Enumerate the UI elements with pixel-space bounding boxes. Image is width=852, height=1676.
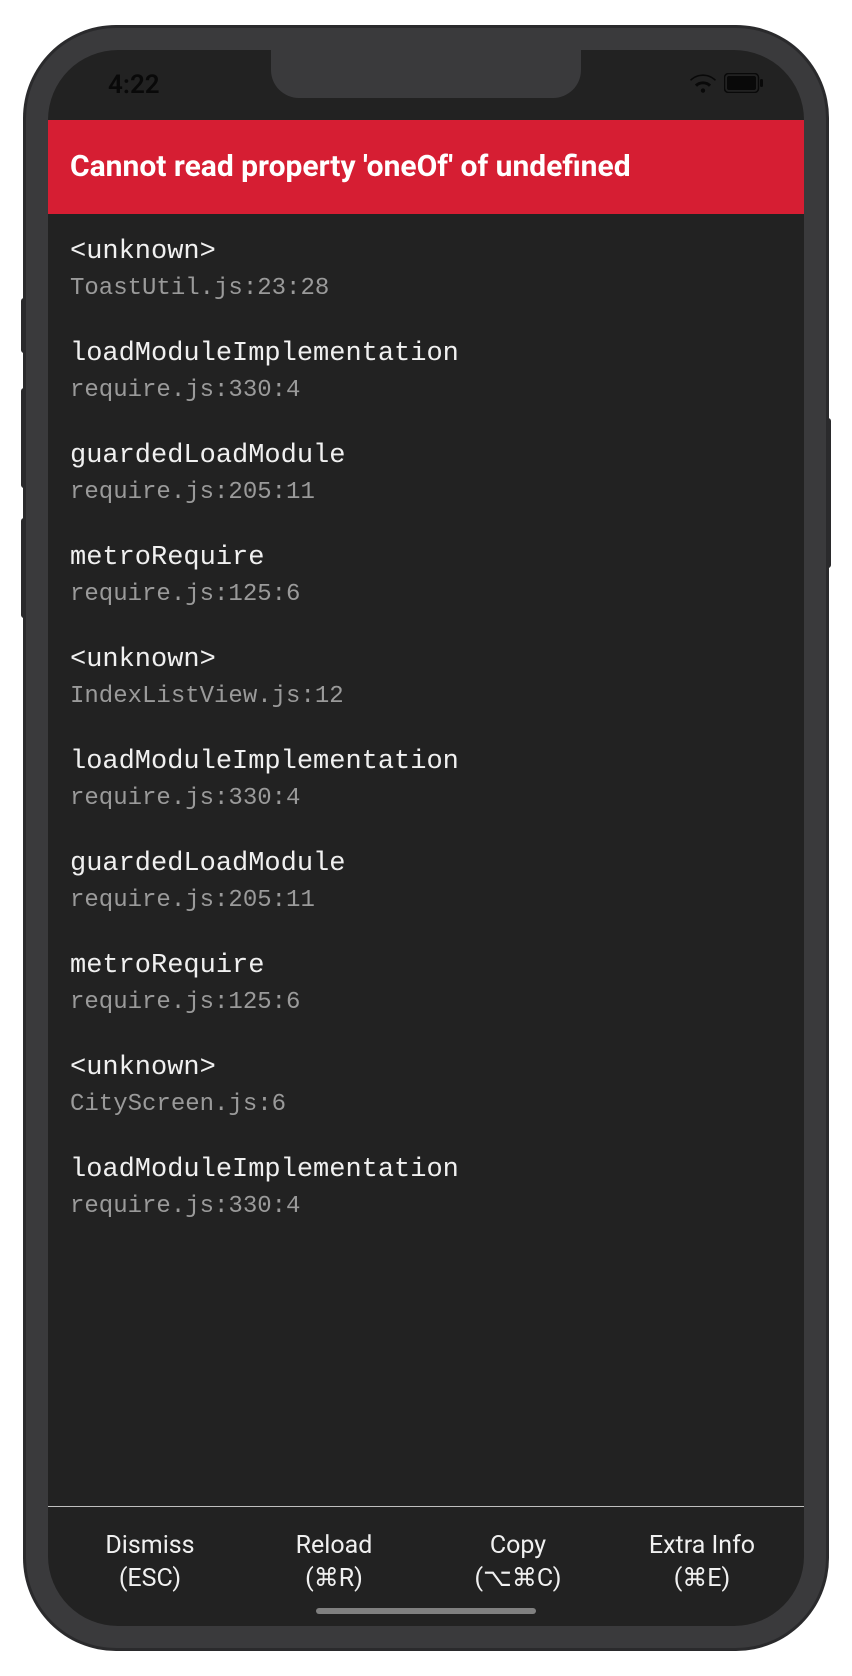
frame-name: <unknown> xyxy=(70,1050,782,1086)
error-header: Cannot read property 'oneOf' of undefine… xyxy=(48,120,804,214)
error-message: Cannot read property 'oneOf' of undefine… xyxy=(70,149,631,184)
device-notch xyxy=(271,50,581,98)
frame-location: require.js:205:11 xyxy=(70,476,782,510)
copy-button[interactable]: Copy (⌥⌘C) xyxy=(426,1529,610,1597)
stack-frame[interactable]: loadModuleImplementationrequire.js:330:4 xyxy=(70,1152,782,1224)
volume-down-button xyxy=(21,518,26,618)
stack-frame[interactable]: <unknown>IndexListView.js:12 xyxy=(70,642,782,714)
stack-frame[interactable]: <unknown>ToastUtil.js:23:28 xyxy=(70,234,782,306)
dismiss-label: Dismiss xyxy=(58,1529,242,1563)
frame-location: IndexListView.js:12 xyxy=(70,680,782,714)
frame-location: ToastUtil.js:23:28 xyxy=(70,272,782,306)
frame-location: require.js:125:6 xyxy=(70,578,782,612)
copy-shortcut: (⌥⌘C) xyxy=(426,1562,610,1596)
frame-name: metroRequire xyxy=(70,948,782,984)
reload-shortcut: (⌘R) xyxy=(242,1562,426,1596)
frame-location: require.js:330:4 xyxy=(70,374,782,408)
copy-label: Copy xyxy=(426,1529,610,1563)
frame-name: guardedLoadModule xyxy=(70,438,782,474)
frame-location: CityScreen.js:6 xyxy=(70,1088,782,1122)
stack-frame[interactable]: metroRequirerequire.js:125:6 xyxy=(70,948,782,1020)
frame-name: guardedLoadModule xyxy=(70,846,782,882)
stack-frame[interactable]: loadModuleImplementationrequire.js:330:4 xyxy=(70,336,782,408)
volume-up-button xyxy=(21,388,26,488)
frame-name: loadModuleImplementation xyxy=(70,744,782,780)
dismiss-button[interactable]: Dismiss (ESC) xyxy=(58,1529,242,1597)
frame-name: loadModuleImplementation xyxy=(70,336,782,372)
frame-location: require.js:205:11 xyxy=(70,884,782,918)
power-button xyxy=(826,418,831,568)
frame-name: <unknown> xyxy=(70,234,782,270)
dismiss-shortcut: (ESC) xyxy=(58,1562,242,1596)
stack-frame[interactable]: <unknown>CityScreen.js:6 xyxy=(70,1050,782,1122)
extra-info-label: Extra Info xyxy=(610,1529,794,1563)
silent-switch xyxy=(21,298,26,353)
stack-frame[interactable]: loadModuleImplementationrequire.js:330:4 xyxy=(70,744,782,816)
screen: 4:22 Cannot read property 'oneOf' of xyxy=(48,50,804,1626)
frame-location: require.js:330:4 xyxy=(70,1190,782,1224)
stack-trace[interactable]: <unknown>ToastUtil.js:23:28loadModuleImp… xyxy=(48,214,804,1506)
device-frame: 4:22 Cannot read property 'oneOf' of xyxy=(26,28,826,1648)
frame-name: loadModuleImplementation xyxy=(70,1152,782,1188)
status-time: 4:22 xyxy=(108,70,160,100)
extra-info-button[interactable]: Extra Info (⌘E) xyxy=(610,1529,794,1597)
reload-button[interactable]: Reload (⌘R) xyxy=(242,1529,426,1597)
frame-location: require.js:125:6 xyxy=(70,986,782,1020)
stack-frame[interactable]: guardedLoadModulerequire.js:205:11 xyxy=(70,438,782,510)
battery-icon xyxy=(724,70,764,100)
frame-location: require.js:330:4 xyxy=(70,782,782,816)
frame-name: metroRequire xyxy=(70,540,782,576)
status-icons xyxy=(690,70,764,100)
extra-info-shortcut: (⌘E) xyxy=(610,1562,794,1596)
reload-label: Reload xyxy=(242,1529,426,1563)
home-indicator xyxy=(316,1608,536,1614)
frame-name: <unknown> xyxy=(70,642,782,678)
wifi-icon xyxy=(690,70,716,100)
stack-frame[interactable]: guardedLoadModulerequire.js:205:11 xyxy=(70,846,782,918)
stack-frame[interactable]: metroRequirerequire.js:125:6 xyxy=(70,540,782,612)
